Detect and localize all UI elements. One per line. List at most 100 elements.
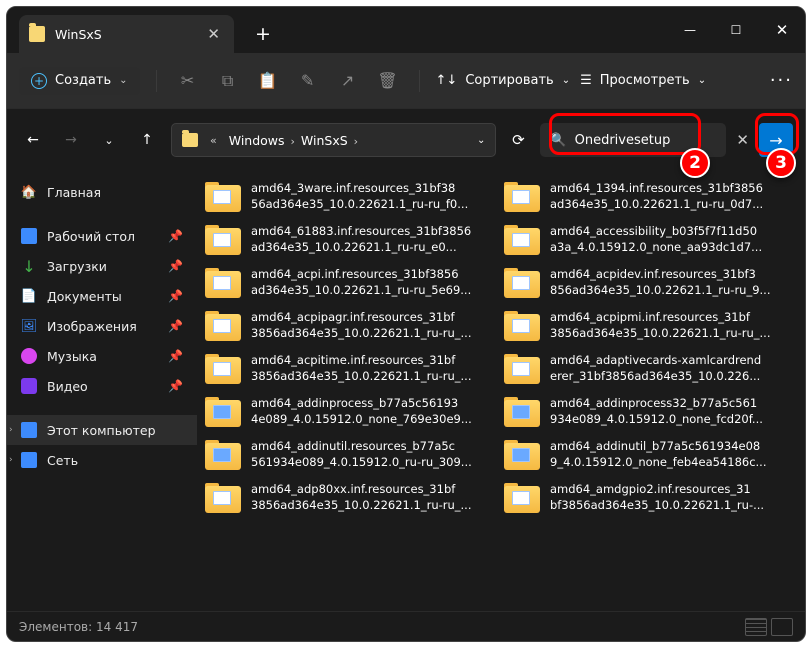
close-icon[interactable]: ✕ (207, 25, 220, 43)
status-count: 14 417 (96, 620, 138, 634)
pin-icon: 📌 (168, 319, 183, 333)
sidebar-item-images[interactable]: 🖼 Изображения 📌 (7, 311, 197, 341)
up-button[interactable]: ↑ (133, 132, 161, 148)
file-pane[interactable]: amd64_3ware.inf.resources_31bf3856ad364e… (197, 171, 805, 611)
home-icon: 🏠 (21, 184, 37, 200)
share-icon[interactable]: ↗ (333, 71, 363, 90)
folder-item[interactable]: amd64_amdgpio2.inf.resources_31bf3856ad3… (496, 476, 795, 519)
image-icon: 🖼 (21, 318, 37, 334)
sidebar-item-label: Сеть (47, 453, 78, 468)
folder-icon (504, 268, 540, 298)
chevron-down-icon: ⌄ (562, 75, 570, 86)
plus-circle-icon: + (31, 73, 47, 89)
pin-icon: 📌 (168, 259, 183, 273)
explorer-window: WinSxS ✕ + — ☐ ✕ + Создать ⌄ ✂ ⧉ 📋 ✎ ↗ 🗑… (6, 6, 806, 642)
folder-item[interactable]: amd64_1394.inf.resources_31bf3856ad364e3… (496, 175, 795, 218)
tab-winsxs[interactable]: WinSxS ✕ (19, 15, 234, 53)
folder-icon (205, 182, 241, 212)
sidebar-item-network[interactable]: › Сеть (7, 445, 197, 475)
folder-label: amd64_addinprocess32_b77a5c561934e089_4.… (550, 396, 763, 427)
clear-search-button[interactable]: ✕ (736, 131, 749, 149)
sidebar-item-label: Этот компьютер (47, 423, 156, 438)
more-button[interactable]: ··· (770, 70, 793, 91)
toolbar: + Создать ⌄ ✂ ⧉ 📋 ✎ ↗ 🗑 ↑↓ Сортировать ⌄… (7, 53, 805, 109)
delete-icon[interactable]: 🗑 (373, 71, 403, 90)
folder-icon (205, 483, 241, 513)
folder-item[interactable]: amd64_adp80xx.inf.resources_31bf3856ad36… (197, 476, 496, 519)
folder-label: amd64_61883.inf.resources_31bf3856ad364e… (251, 224, 471, 255)
sidebar-item-music[interactable]: Музыка 📌 (7, 341, 197, 371)
maximize-button[interactable]: ☐ (713, 7, 759, 53)
copy-icon[interactable]: ⧉ (213, 71, 243, 91)
folder-icon (504, 225, 540, 255)
folder-icon (29, 26, 45, 42)
folder-item[interactable]: amd64_accessibility_b03f5f7f11d50a3a_4.0… (496, 218, 795, 261)
folder-item[interactable]: amd64_addinutil_b77a5c561934e089_4.0.159… (496, 433, 795, 476)
annotation-badge-2: 2 (680, 148, 710, 178)
back-button[interactable]: ← (19, 132, 47, 148)
folder-label: amd64_acpipmi.inf.resources_31bf3856ad36… (550, 310, 771, 341)
folder-item[interactable]: amd64_acpitime.inf.resources_31bf3856ad3… (197, 347, 496, 390)
sidebar-item-thispc[interactable]: › Этот компьютер (7, 415, 197, 445)
folder-item[interactable]: amd64_acpipagr.inf.resources_31bf3856ad3… (197, 304, 496, 347)
view-icon: ☰ (580, 73, 592, 88)
folder-icon (205, 311, 241, 341)
pin-icon: 📌 (168, 379, 183, 393)
annotation-badge-3: 3 (766, 148, 796, 178)
sidebar-item-video[interactable]: Видео 📌 (7, 371, 197, 401)
folder-item[interactable]: amd64_addinutil.resources_b77a5c561934e0… (197, 433, 496, 476)
sidebar-item-home[interactable]: 🏠 Главная (7, 177, 197, 207)
breadcrumb[interactable]: « Windows › WinSxS › ⌄ (171, 123, 496, 157)
icons-view-button[interactable] (771, 618, 793, 636)
status-bar: Элементов: 14 417 (7, 611, 805, 641)
sidebar-item-documents[interactable]: 📄 Документы 📌 (7, 281, 197, 311)
folder-item[interactable]: amd64_61883.inf.resources_31bf3856ad364e… (197, 218, 496, 261)
chevron-down-icon[interactable]: ⌄ (95, 134, 123, 147)
folder-label: amd64_addinutil_b77a5c561934e089_4.0.159… (550, 439, 767, 470)
view-button[interactable]: ☰ Просмотреть ⌄ (580, 73, 706, 88)
refresh-button[interactable]: ⟳ (506, 131, 530, 149)
separator (419, 70, 420, 92)
details-view-button[interactable] (745, 618, 767, 636)
view-label: Просмотреть (600, 73, 690, 88)
create-button[interactable]: + Создать ⌄ (19, 67, 140, 95)
folder-icon (504, 483, 540, 513)
pin-icon: 📌 (168, 289, 183, 303)
folder-label: amd64_adaptivecards-xamlcardrenderer_31b… (550, 353, 761, 384)
search-input[interactable] (575, 133, 745, 148)
breadcrumb-path: Windows › WinSxS › (229, 133, 467, 148)
folder-item[interactable]: amd64_3ware.inf.resources_31bf3856ad364e… (197, 175, 496, 218)
view-mode-buttons (745, 618, 793, 636)
close-window-button[interactable]: ✕ (759, 7, 805, 53)
network-icon (21, 452, 37, 468)
cut-icon[interactable]: ✂ (173, 71, 203, 90)
folder-icon (504, 397, 540, 427)
folder-item[interactable]: amd64_acpipmi.inf.resources_31bf3856ad36… (496, 304, 795, 347)
folder-label: amd64_accessibility_b03f5f7f11d50a3a_4.0… (550, 224, 762, 255)
folder-item[interactable]: amd64_addinprocess_b77a5c561934e089_4.0.… (197, 390, 496, 433)
new-tab-button[interactable]: + (246, 23, 280, 45)
folder-label: amd64_amdgpio2.inf.resources_31bf3856ad3… (550, 482, 764, 513)
folder-item[interactable]: amd64_acpidev.inf.resources_31bf3856ad36… (496, 261, 795, 304)
folder-icon (504, 354, 540, 384)
folder-item[interactable]: amd64_adaptivecards-xamlcardrenderer_31b… (496, 347, 795, 390)
minimize-button[interactable]: — (667, 7, 713, 53)
sidebar-item-label: Изображения (47, 319, 137, 334)
download-icon: ↓ (21, 258, 37, 274)
folder-label: amd64_acpi.inf.resources_31bf3856ad364e3… (251, 267, 471, 298)
sidebar-item-downloads[interactable]: ↓ Загрузки 📌 (7, 251, 197, 281)
folder-label: amd64_acpitime.inf.resources_31bf3856ad3… (251, 353, 472, 384)
status-elements-label: Элементов: (19, 620, 92, 634)
chevron-down-icon[interactable]: ⌄ (477, 135, 485, 146)
folder-item[interactable]: amd64_addinprocess32_b77a5c561934e089_4.… (496, 390, 795, 433)
sort-button[interactable]: ↑↓ Сортировать ⌄ (436, 73, 571, 88)
folder-icon (205, 268, 241, 298)
paste-icon[interactable]: 📋 (253, 71, 283, 90)
sidebar-item-label: Музыка (47, 349, 97, 364)
sidebar-item-desktop[interactable]: Рабочий стол 📌 (7, 221, 197, 251)
sidebar-item-label: Видео (47, 379, 88, 394)
rename-icon[interactable]: ✎ (293, 71, 323, 90)
folder-icon (504, 311, 540, 341)
forward-button[interactable]: → (57, 132, 85, 148)
folder-item[interactable]: amd64_acpi.inf.resources_31bf3856ad364e3… (197, 261, 496, 304)
